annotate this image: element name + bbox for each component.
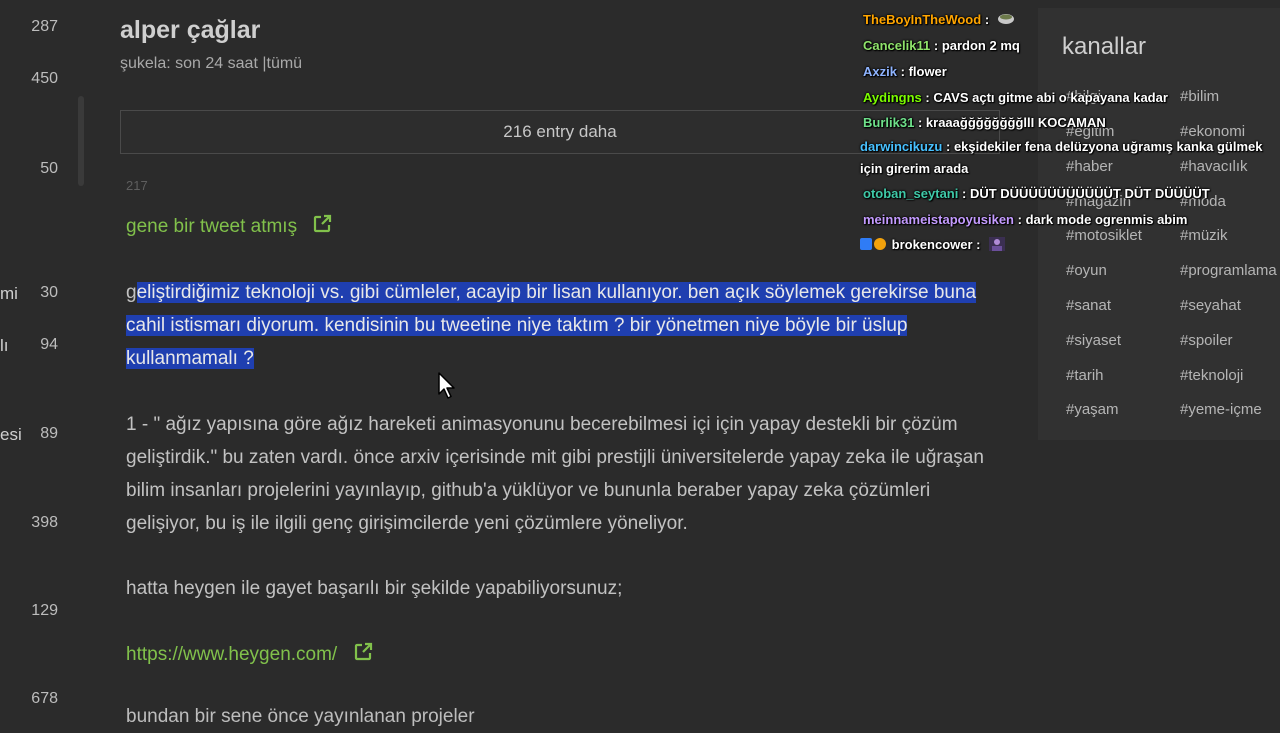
channel-tag[interactable]: #tarih: [1066, 367, 1104, 384]
chat-separator: :: [1017, 212, 1022, 227]
filter-label: şukela:: [120, 55, 171, 72]
avatar-emote-icon: [989, 237, 1006, 251]
sidebar-topic-item[interactable]: 129: [0, 602, 72, 626]
tweet-link-row: gene bir tweet atmış: [126, 214, 332, 238]
chat-message: meinnameistapoyusiken : dark mode ogrenm…: [863, 212, 1187, 227]
sidebar-topic-item[interactable]: 50: [0, 160, 72, 184]
entry-first-char: g: [126, 282, 137, 303]
selected-text: eliştirdiğimiz teknoloji vs. gibi cümlel…: [126, 282, 977, 369]
channel-tag[interactable]: #siyaset: [1066, 332, 1121, 349]
chat-separator: :: [961, 186, 967, 201]
entry-paragraph: 1 - " ağız yapısına göre ağız hareketi a…: [126, 414, 984, 534]
chat-text: pardon 2 mq: [941, 38, 1020, 53]
entry-number: 217: [126, 178, 148, 193]
chat-message: darwincikuzu : ekşidekiler fena delüzyon…: [860, 136, 1278, 180]
sidebar-scrollbar[interactable]: [78, 96, 84, 186]
chat-separator: :: [984, 12, 990, 27]
sidebar-topic-count: 89: [40, 425, 58, 442]
external-link-icon[interactable]: [353, 642, 373, 662]
chat-username: brokencower: [891, 237, 973, 252]
chat-username: Burlik31: [863, 115, 915, 130]
sidebar-topic-count: 678: [31, 690, 58, 707]
chat-username: Axzik: [863, 64, 897, 79]
sidebar-topic-item[interactable]: 398: [0, 514, 72, 538]
chat-username: darwincikuzu: [860, 139, 943, 154]
chat-separator: :: [900, 64, 905, 79]
chat-separator: :: [917, 115, 923, 130]
channel-tag[interactable]: #yeme-içme: [1180, 401, 1262, 418]
badge-icon: [860, 238, 872, 250]
chat-message: brokencower :: [860, 237, 1006, 252]
filter-period-link[interactable]: son 24 saat: [175, 55, 258, 72]
tweet-link[interactable]: gene bir tweet atmış: [126, 216, 297, 237]
sidebar-topic-item[interactable]: 450: [0, 70, 72, 94]
chat-username: Cancelik11: [863, 38, 931, 53]
sidebar-topic-title: mi: [0, 284, 18, 303]
chat-overlay: TheBoyInTheWood : Cancelik11 : pardon 2 …: [858, 8, 1280, 268]
entry-paragraph: hatta heygen ile gayet başarılı bir şeki…: [126, 578, 623, 599]
chat-message: TheBoyInTheWood :: [863, 12, 1015, 27]
sidebar-topic-count: 30: [40, 284, 58, 301]
chat-username: meinnameistapoyusiken: [863, 212, 1014, 227]
channel-tag[interactable]: #spoiler: [1180, 332, 1233, 349]
chat-username: TheBoyInTheWood: [863, 12, 982, 27]
sidebar-topic-item[interactable]: 678: [0, 690, 72, 714]
chat-text: kraaağğğğğğğğllI KOCAMAN: [925, 115, 1106, 130]
filter-all-link[interactable]: tümü: [267, 55, 303, 72]
chat-message: Aydingns : CAVS açtı gitme abi o kapayan…: [863, 90, 1168, 105]
left-sidebar: 287 450 50 mi 30 lı 94 esi 89 398 129 678: [0, 0, 84, 720]
chat-separator: :: [925, 90, 930, 105]
external-link-icon[interactable]: [312, 214, 332, 234]
sidebar-topic-count: 129: [31, 602, 58, 619]
chat-message: Axzik : flower: [863, 64, 947, 79]
sidebar-topic-count: 94: [40, 336, 58, 353]
entry-selected-paragraph: geliştirdiğimiz teknoloji vs. gibi cümle…: [126, 276, 1006, 375]
sidebar-topic-count: 398: [31, 514, 58, 531]
chat-separator: :: [945, 139, 951, 154]
sidebar-topic-count: 450: [31, 70, 58, 87]
badge-icon: [874, 238, 886, 250]
sidebar-topic-item[interactable]: esi 89: [0, 425, 72, 449]
chat-message: Burlik31 : kraaağğğğğğğğllI KOCAMAN: [863, 115, 1106, 130]
chat-text: CAVS açtı gitme abi o kapayana kadar: [933, 90, 1168, 105]
sidebar-topic-title: esi: [0, 425, 22, 444]
channel-tag[interactable]: #sanat: [1066, 297, 1111, 314]
sidebar-topic-item[interactable]: 287: [0, 18, 72, 42]
chat-separator: :: [933, 38, 939, 53]
sidebar-topic-count: 50: [40, 160, 58, 177]
heygen-link[interactable]: https://www.heygen.com/: [126, 644, 337, 665]
sidebar-topic-title: lı: [0, 336, 9, 355]
mouse-cursor-icon: [438, 372, 455, 399]
chat-message: otoban_seytani : DÜT DÜÜÜÜÜÜÜÜÜÜÜT DÜT D…: [863, 186, 1210, 201]
sidebar-topic-count: 287: [31, 18, 58, 35]
channel-tag[interactable]: #teknoloji: [1180, 367, 1243, 384]
channel-tag[interactable]: #seyahat: [1180, 297, 1241, 314]
sidebar-topic-item[interactable]: lı 94: [0, 336, 72, 360]
chat-text: flower: [908, 64, 947, 79]
entry-paragraph: bundan bir sene önce yayınlanan projeler: [126, 706, 475, 727]
chat-username: Aydingns: [863, 90, 922, 105]
topic-title[interactable]: alper çağlar: [120, 16, 260, 45]
channel-tag[interactable]: #yaşam: [1066, 401, 1119, 418]
heygen-link-row: https://www.heygen.com/: [126, 638, 1006, 671]
chat-text: dark mode ogrenmis abim: [1025, 212, 1188, 227]
chat-message: Cancelik11 : pardon 2 mq: [863, 38, 1020, 53]
chat-username: otoban_seytani: [863, 186, 959, 201]
chat-separator: :: [976, 237, 981, 252]
chat-text: DÜT DÜÜÜÜÜÜÜÜÜÜÜT DÜT DÜÜÜÜT: [969, 186, 1210, 201]
bowl-emote-icon: [997, 14, 1014, 24]
sidebar-topic-item[interactable]: mi 30: [0, 284, 72, 308]
topic-filter-bar: şukela: son 24 saat |tümü: [120, 55, 302, 73]
